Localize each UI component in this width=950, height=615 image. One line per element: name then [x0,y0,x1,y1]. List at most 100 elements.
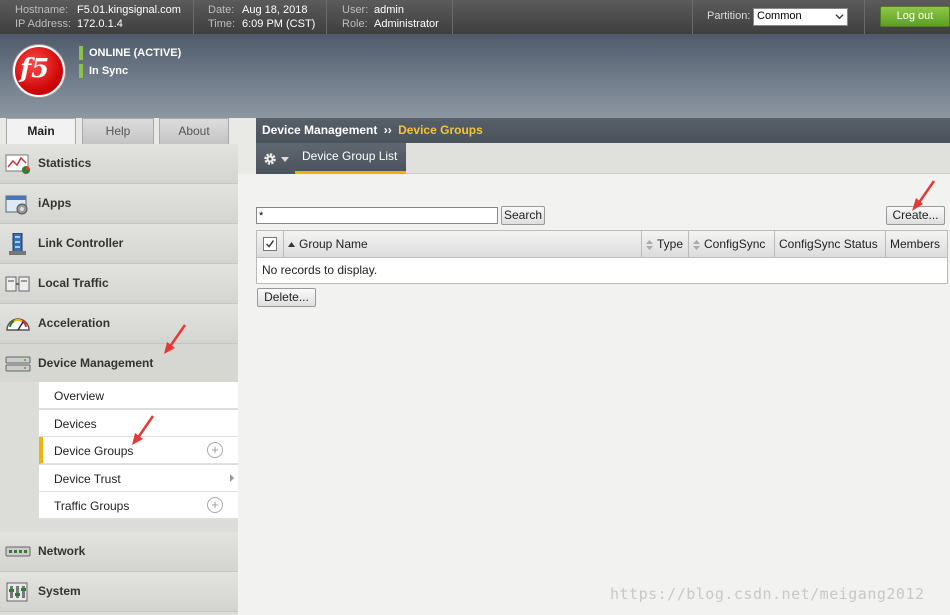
sidebar-item-label: iApps [38,196,72,210]
ip-label: IP Address: [15,18,72,30]
sort-asc-icon [288,241,295,247]
submenu-item-overview[interactable]: Overview [39,382,238,409]
role-value: Administrator [374,18,439,30]
submenu-item-label: Traffic Groups [54,499,130,513]
column-label: Members [890,237,941,251]
divider [326,0,327,34]
status-sync[interactable]: In Sync [79,64,128,78]
submenu-item-label: Devices [54,417,97,431]
hostname-label: Hostname: [15,4,69,16]
sidebar-item-network[interactable]: Network [0,532,238,572]
column-type[interactable]: Type [642,231,689,258]
sidebar-item-label: Network [38,544,86,558]
select-all-header [257,231,284,258]
column-configsync-status: ConfigSync Status [775,231,886,258]
chevron-down-icon [281,157,289,162]
annotation-arrow-icon [164,324,187,354]
chevron-right-icon [230,474,234,482]
sidebar-item-iapps[interactable]: iApps [0,184,238,224]
column-configsync[interactable]: ConfigSync [689,231,775,258]
divider [452,0,453,34]
submenu-item-label: Overview [54,389,105,403]
main-tabs: Main Help About [0,118,238,145]
top-bar: Hostname: F5.01.kingsignal.com IP Address… [0,0,950,34]
sidebar-item-local-traffic[interactable]: Local Traffic [0,264,238,304]
submenu-item-traffic-groups[interactable]: Traffic Groups + [39,492,238,519]
breadcrumb: Device Management ›› Device Groups [256,118,950,143]
sidebar-item-label: Acceleration [38,316,111,330]
statistics-icon [5,154,30,174]
gear-icon [264,153,276,165]
column-label: ConfigSync [704,237,766,251]
chevron-down-icon [835,14,844,20]
column-label: ConfigSync Status [779,237,878,251]
sidebar-item-label: Device Management [38,356,154,370]
watermark: https://blog.csdn.net/meigang2012 [610,585,925,603]
iapps-icon [5,195,28,215]
user-info: User: admin Role: Administrator [342,3,439,31]
logout-button[interactable]: Log out [880,6,950,27]
time-label: Time: [208,18,236,30]
breadcrumb-current: Device Groups [398,123,483,137]
sidebar-item-link-controller[interactable]: Link Controller [0,224,238,264]
sidebar-item-statistics[interactable]: Statistics [0,144,238,184]
device-management-submenu: Overview Devices Device Groups + Device T… [0,382,238,532]
time-value: 6:09 PM (CST) [242,18,316,30]
column-label: Group Name [299,237,368,251]
system-icon [6,582,28,602]
empty-table-message: No records to display. [262,263,378,277]
breadcrumb-section[interactable]: Device Management [262,123,377,137]
tab-about[interactable]: About [159,118,229,144]
hostname-value: F5.01.kingsignal.com [77,4,181,16]
local-traffic-icon [5,276,30,292]
sort-icon [693,239,700,250]
tab-main[interactable]: Main [6,118,76,145]
date-value: Aug 18, 2018 [242,4,308,16]
tab-device-group-list[interactable]: Device Group List [295,143,406,174]
date-label: Date: [208,4,235,16]
plus-icon[interactable]: + [207,442,223,458]
search-button[interactable]: Search [501,206,545,225]
sidebar-item-acceleration[interactable]: Acceleration [0,304,238,344]
sidebar-item-label: Local Traffic [38,276,109,290]
sidebar-item-device-management[interactable]: Device Management [0,344,238,384]
f5-logo: f5 [13,45,65,97]
checkbox-icon[interactable] [263,237,277,251]
gear-menu-button[interactable] [256,143,295,174]
divider [193,0,194,34]
table-header: Group Name Type ConfigSync ConfigSync St… [257,231,947,258]
breadcrumb-separator: ›› [383,123,392,137]
tab-help[interactable]: Help [82,118,154,144]
role-label: Role: [342,18,368,30]
host-info: Hostname: F5.01.kingsignal.com IP Address… [15,3,181,31]
status-online: ONLINE (ACTIVE) [79,46,181,60]
device-management-icon [5,356,31,372]
datetime-info: Date: Aug 18, 2018 Time: 6:09 PM (CST) [208,3,315,31]
sidebar-item-label: Statistics [38,156,92,170]
device-groups-table: Group Name Type ConfigSync ConfigSync St… [256,230,948,284]
sidebar-item-label: Link Controller [38,236,124,250]
plus-icon[interactable]: + [207,497,223,513]
column-members: Members [886,231,947,258]
annotation-arrow-icon [132,415,155,445]
ip-value: 172.0.1.4 [77,18,123,30]
banner: f5 ONLINE (ACTIVE) In Sync [0,34,950,118]
sub-navigation: Device Group List [256,143,950,174]
column-label: Type [657,237,684,251]
acceleration-icon [6,318,30,331]
submenu-item-label: Device Groups [54,444,134,458]
logo-text: f5 [20,54,50,84]
submenu-item-device-trust[interactable]: Device Trust [39,465,238,492]
partition-select[interactable]: Common [753,8,848,26]
user-label: User: [342,4,369,16]
sidebar-item-label: System [38,584,81,598]
divider [864,0,865,34]
column-group-name[interactable]: Group Name [284,231,642,258]
annotation-arrow-icon [912,180,936,211]
partition-label: Partition: [707,10,751,22]
divider [692,0,693,34]
delete-button[interactable]: Delete... [257,288,316,307]
search-input[interactable] [256,207,498,224]
sidebar-item-system[interactable]: System [0,572,238,612]
partition-value: Common [757,10,802,22]
